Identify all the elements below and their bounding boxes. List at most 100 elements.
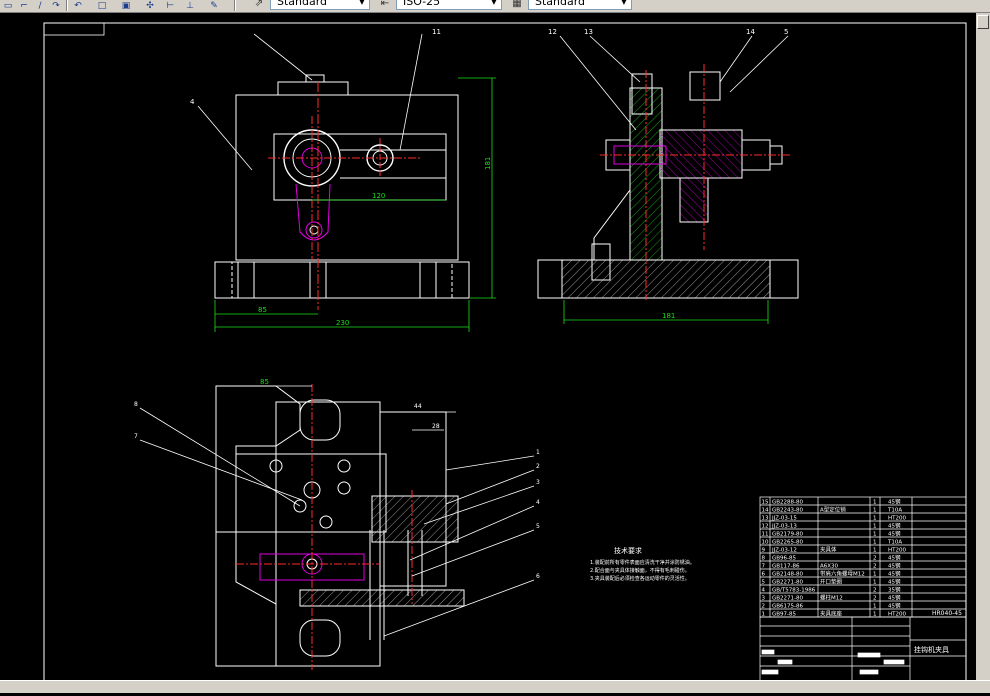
scroll-thumb[interactable] [977,15,989,29]
bom-cell: 1 [873,572,877,578]
bom-cell: 15 [762,500,769,506]
bom-cell: 1 [873,508,877,514]
bom-cell: 2 [762,604,766,610]
toolbar: ▭ ⌐ / ↷ ↶ □ ▣ ✣ ⊢ ⊥ ✎ ⇗ Standard ▼ ⇤ ISO… [0,0,990,13]
dim-top-hole: 120 [372,192,385,200]
window-icon[interactable]: □ [96,0,108,11]
balloon-1: 1 [536,449,540,456]
bom-cell: GB2243-80 [772,508,804,514]
bom-cell: 45钢 [888,570,901,578]
dim-style-value: ISO-25 [403,0,441,8]
bom-cell: GB97-85 [772,612,797,618]
tech-line-3: 3.夹具装配后必须检查各运动零件的灵活性。 [590,575,690,582]
open-file-icon[interactable]: ⌐ [18,0,30,11]
bom-cell: GB2271-80 [772,580,804,586]
vertical-scrollbar[interactable] [976,13,990,680]
dim-plan-a: 44 [414,403,422,410]
bom-cell: 45钢 [888,562,901,570]
corner-box [43,22,105,36]
drawing-number: HR040-45 [932,610,962,617]
bom-cell: 45钢 [888,554,901,562]
bom-cell: HT200 [888,516,906,522]
bom-cell: 带肩六角螺母M12 [820,570,865,578]
bom-cell: 14 [762,508,769,514]
text-style-icon: ⇗ [254,0,264,9]
snap-icon[interactable]: ⊢ [164,0,176,11]
bom-cell: JJZ-03-13 [771,524,797,530]
balloon-12: 12 [548,28,557,36]
bom-cell: GB2179-80 [772,532,804,538]
bom-cell: 夹具底座 [820,610,843,618]
dim-style-dropdown[interactable]: ISO-25 ▼ [396,0,502,10]
bom-cell: 1 [873,516,877,522]
balloon-3: 3 [536,479,540,486]
bom-cell: GB2271-80 [772,596,804,602]
chevron-down-icon[interactable]: ▼ [619,0,629,8]
balloon-6: 6 [536,573,540,580]
text-style-dropdown[interactable]: Standard ▼ [270,0,370,10]
bom-cell: GB2288-80 [772,500,804,506]
bom-cell: 13 [762,516,769,522]
bom-cell: HT200 [888,612,906,618]
pin-icon[interactable]: ⊥ [184,0,196,11]
chevron-down-icon[interactable]: ▼ [489,0,499,8]
bom-cell: 2 [873,588,877,594]
table-style-dropdown[interactable]: Standard ▼ [528,0,632,10]
bom-table: 15 GB2288-80 1 45钢14 GB2243-80 A型定位销 1 T10A13 JJ… [759,496,967,618]
balloon-7: 7 [134,433,138,440]
new-file-icon[interactable]: ▭ [2,0,14,11]
bom-cell: GB2265-80 [772,540,804,546]
bom-cell: JJZ-03-15 [771,516,797,522]
plan-view: 85 44 28 8 7 1 2 3 4 5 6 [134,378,540,670]
bom-cell: 3 [762,596,766,602]
dim-top-offset: 85 [258,306,267,314]
text-style-value: Standard [277,0,328,8]
balloon-14: 14 [746,28,755,36]
undo-icon[interactable]: ↶ [72,0,84,11]
bom-cell: 1 [873,500,877,506]
bom-cell: 45钢 [888,602,901,610]
pen-icon[interactable]: / [34,0,46,11]
bom-cell: 螺柱M12 [820,594,843,602]
drawing-canvas[interactable]: 230 85 120 181 11 4 181 12 13 14 5 85 44… [0,13,990,692]
dim-side-width: 181 [662,312,675,320]
bom-cell: GB6175-86 [772,604,804,610]
bom-cell: 夹具体 [820,546,837,554]
status-bar [0,680,990,693]
bom-cell: 1 [873,580,877,586]
bom-cell: 1 [762,612,766,618]
match-properties-icon[interactable]: ✣ [144,0,156,11]
bom-cell: 45钢 [888,522,901,530]
bom-cell: 35钢 [888,586,901,594]
dim-style-icon: ⇤ [380,0,390,9]
bom-cell: 2 [873,556,877,562]
paint-icon[interactable]: ✎ [208,0,220,11]
bom-cell: GB117-86 [772,564,800,570]
bom-cell: 1 [873,612,877,618]
chevron-down-icon[interactable]: ▼ [357,0,367,8]
bom-cell: JJZ-03-12 [771,548,797,554]
bom-cell: 45钢 [888,578,901,586]
bom-cell: 1 [873,548,877,554]
balloon-5: 5 [784,28,788,36]
side-view: 181 12 13 14 5 [537,28,799,324]
bom-cell: GB2148-80 [772,572,804,578]
bom-cell: 2 [873,564,877,570]
bom-cell: 4 [762,588,766,594]
bom-cell: 12 [762,524,769,530]
bom-cell: 1 [873,540,877,546]
balloon-13: 13 [584,28,593,36]
balloon-5b: 5 [536,523,540,530]
properties-icon[interactable]: ▣ [120,0,132,11]
bom-cell: 45钢 [888,498,901,506]
balloon-4: 4 [190,98,195,106]
table-style-icon: ▦ [512,0,522,9]
bom-cell: 8 [762,556,766,562]
bom-cell: 9 [762,548,766,554]
bom-cell: A6X30 [820,564,839,570]
front-view: 230 85 120 181 11 4 [190,28,496,332]
bom-cell: 开口垫圈 [820,578,843,586]
dim-top-height: 181 [484,157,492,170]
bom-cell: 45钢 [888,594,901,602]
arc-icon[interactable]: ↷ [50,0,62,11]
